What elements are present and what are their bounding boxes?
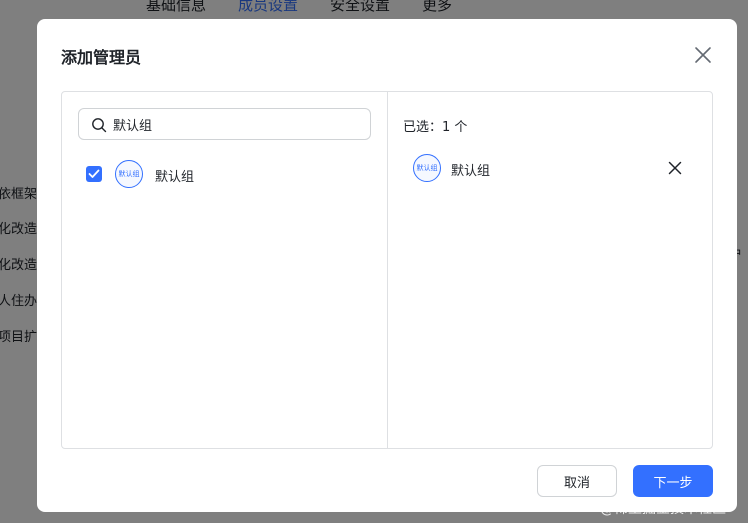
selected-count: 已选：1 个 — [403, 120, 468, 135]
panel-divider — [387, 92, 388, 448]
cancel-button[interactable]: 取消 — [537, 465, 617, 497]
dialog-title: 添加管理员 — [61, 48, 142, 67]
search-box[interactable] — [78, 108, 371, 140]
add-admin-dialog: 添加管理员 默认组 默认组 已选：1 个 默认组 — [37, 19, 737, 512]
list-item-default-group[interactable]: 默认组 默认组 — [78, 158, 371, 190]
close-icon — [695, 47, 711, 63]
remove-selected-button[interactable] — [667, 160, 683, 176]
search-input[interactable] — [113, 113, 363, 135]
selected-item-default-group: 默认组 默认组 — [403, 152, 698, 184]
group-avatar: 默认组 — [115, 160, 143, 188]
close-button[interactable] — [693, 45, 713, 65]
close-icon — [668, 161, 682, 175]
selection-panel: 默认组 默认组 已选：1 个 默认组 默认组 — [61, 91, 713, 449]
item-checkbox[interactable] — [86, 166, 102, 182]
search-icon — [92, 118, 107, 133]
list-item-label: 默认组 — [155, 170, 195, 185]
check-icon — [88, 169, 100, 178]
group-avatar: 默认组 — [413, 154, 441, 182]
selected-item-label: 默认组 — [451, 164, 491, 179]
next-step-button[interactable]: 下一步 — [633, 465, 713, 497]
watermark: @稀土掘金技术社区 — [600, 501, 726, 517]
